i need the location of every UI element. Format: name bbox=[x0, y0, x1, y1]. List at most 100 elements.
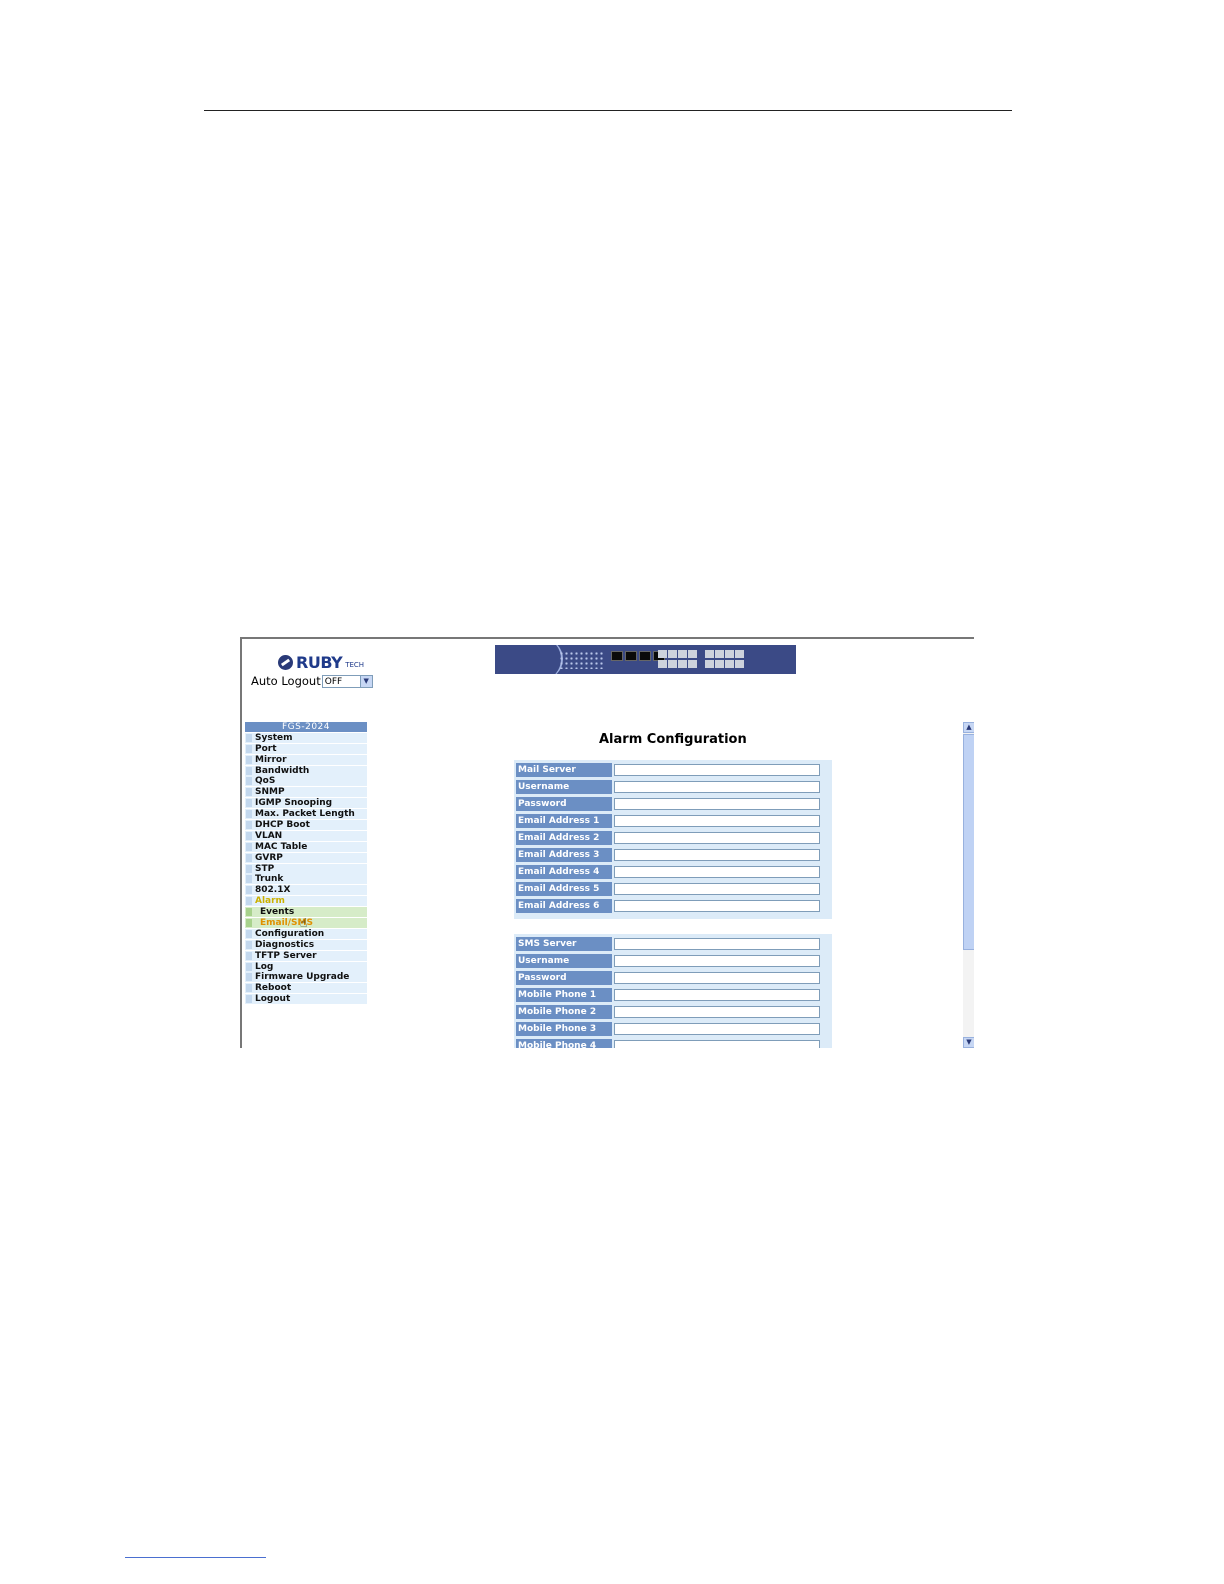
sidebar-item-trunk[interactable]: Trunk bbox=[245, 874, 367, 885]
email-email-address-6-input[interactable] bbox=[614, 899, 820, 912]
sidebar-item-label: Mirror bbox=[255, 754, 287, 765]
field-label: Mobile Phone 3 bbox=[516, 1021, 612, 1036]
email-mail-server-input[interactable] bbox=[614, 763, 820, 776]
sms-row-mobile-phone-3: Mobile Phone 3 bbox=[514, 1021, 832, 1036]
sidebar-item-snmp[interactable]: SNMP bbox=[245, 787, 367, 798]
email-row-email-address-1: Email Address 1 bbox=[514, 813, 832, 828]
sidebar-item-label: Firmware Upgrade bbox=[255, 972, 350, 983]
sms-mobile-phone-1-input[interactable] bbox=[614, 988, 820, 1001]
chevron-down-icon[interactable]: ▼ bbox=[359, 675, 372, 687]
sidebar-item-log[interactable]: Log bbox=[245, 961, 367, 972]
sidebar-item-port[interactable]: Port bbox=[245, 743, 367, 754]
sidebar-item-igmp-snooping[interactable]: IGMP Snooping bbox=[245, 798, 367, 809]
logo-subtext: TECH bbox=[345, 661, 365, 669]
device-port-group-2 bbox=[705, 650, 744, 668]
sidebar-item-label: VLAN bbox=[255, 830, 283, 841]
sidebar-item-label: SNMP bbox=[255, 787, 285, 798]
sidebar-item-tftp-server[interactable]: TFTP Server bbox=[245, 950, 367, 961]
sidebar-item-diagnostics[interactable]: Diagnostics bbox=[245, 939, 367, 950]
sidebar-item-alarm[interactable]: Alarm bbox=[245, 896, 367, 907]
sidebar-item-label: Bandwidth bbox=[255, 765, 310, 776]
auto-logout: Auto Logout OFF ▼ bbox=[251, 674, 373, 688]
sidebar-item-mirror[interactable]: Mirror bbox=[245, 754, 367, 765]
sms-mobile-phone-4-input[interactable] bbox=[614, 1039, 820, 1048]
email-email-address-4-input[interactable] bbox=[614, 865, 820, 878]
sidebar-item-gvrp[interactable]: GVRP bbox=[245, 852, 367, 863]
email-row-username: Username bbox=[514, 779, 832, 794]
email-email-address-5-input[interactable] bbox=[614, 882, 820, 895]
sms-password-input[interactable] bbox=[614, 971, 820, 984]
sms-row-password: Password bbox=[514, 970, 832, 985]
sidebar-item-label: Reboot bbox=[255, 983, 292, 994]
sidebar-item-label: Logout bbox=[255, 994, 291, 1005]
sms-row-sms-server: SMS Server bbox=[514, 936, 832, 951]
email-email-address-3-input[interactable] bbox=[614, 848, 820, 861]
sidebar-item-system[interactable]: System bbox=[245, 732, 367, 743]
email-password-input[interactable] bbox=[614, 797, 820, 810]
sidebar-item-802-1x[interactable]: 802.1X bbox=[245, 885, 367, 896]
sidebar-item-label: System bbox=[255, 732, 293, 743]
email-row-email-address-6: Email Address 6 bbox=[514, 898, 832, 913]
sidebar-item-label: Diagnostics bbox=[255, 939, 315, 950]
email-email-address-2-input[interactable] bbox=[614, 831, 820, 844]
field-label: Username bbox=[516, 779, 612, 794]
sidebar-item-label: IGMP Snooping bbox=[255, 798, 333, 809]
sms-sms-server-input[interactable] bbox=[614, 937, 820, 950]
field-label: Password bbox=[516, 796, 612, 811]
email-settings-table: Mail Server Username Password Email Address… bbox=[514, 760, 832, 919]
sidebar-item-label: TFTP Server bbox=[255, 950, 317, 961]
sms-row-mobile-phone-4: Mobile Phone 4 bbox=[514, 1038, 832, 1048]
field-label: Mobile Phone 2 bbox=[516, 1004, 612, 1019]
sidebar-item-dhcp-boot[interactable]: DHCP Boot bbox=[245, 820, 367, 831]
sidebar-item-configuration[interactable]: Configuration bbox=[245, 928, 367, 939]
sidebar-item-qos[interactable]: QoS bbox=[245, 776, 367, 787]
device-swoosh bbox=[525, 645, 563, 674]
email-row-email-address-4: Email Address 4 bbox=[514, 864, 832, 879]
chevron-down-icon[interactable]: ▼ bbox=[963, 1037, 974, 1048]
sidebar-item-label: Alarm bbox=[255, 896, 285, 907]
ruby-tech-logo-icon bbox=[278, 654, 293, 670]
sms-mobile-phone-2-input[interactable] bbox=[614, 1005, 820, 1018]
email-row-email-address-2: Email Address 2 bbox=[514, 830, 832, 845]
email-username-input[interactable] bbox=[614, 780, 820, 793]
sidebar-item-label: Trunk bbox=[255, 874, 284, 885]
sidebar-item-bandwidth[interactable]: Bandwidth bbox=[245, 765, 367, 776]
sms-username-input[interactable] bbox=[614, 954, 820, 967]
sidebar-item-vlan[interactable]: VLAN bbox=[245, 830, 367, 841]
sidebar-item-label: QoS bbox=[255, 776, 276, 787]
browser-window: RUBY TECH Auto Logout OFF ▼ FGS-2024 Sys… bbox=[240, 637, 974, 1048]
sidebar-item-label: Port bbox=[255, 743, 277, 754]
field-label: Email Address 2 bbox=[516, 830, 612, 845]
sidebar-item-max-packet-length[interactable]: Max. Packet Length bbox=[245, 809, 367, 820]
sidebar-item-firmware-upgrade[interactable]: Firmware Upgrade bbox=[245, 972, 367, 983]
device-copper-ports bbox=[611, 651, 665, 661]
sidebar-item-stp[interactable]: STP bbox=[245, 863, 367, 874]
vertical-scrollbar[interactable]: ▲ ▼ bbox=[963, 722, 974, 1048]
sidebar-item-logout[interactable]: Logout bbox=[245, 994, 367, 1005]
sidebar-item-label: Max. Packet Length bbox=[255, 809, 355, 820]
sidebar-item-reboot[interactable]: Reboot bbox=[245, 983, 367, 994]
switch-front-panel-icon bbox=[495, 645, 796, 674]
email-email-address-1-input[interactable] bbox=[614, 814, 820, 827]
sms-row-mobile-phone-1: Mobile Phone 1 bbox=[514, 987, 832, 1002]
device-leds bbox=[559, 651, 603, 669]
sidebar-item-label: DHCP Boot bbox=[255, 820, 310, 831]
field-label: Mobile Phone 1 bbox=[516, 987, 612, 1002]
auto-logout-select[interactable]: OFF ▼ bbox=[321, 674, 373, 688]
field-label: Mobile Phone 4 bbox=[516, 1038, 612, 1048]
page-title: Alarm Configuration bbox=[599, 732, 747, 747]
sms-mobile-phone-3-input[interactable] bbox=[614, 1022, 820, 1035]
sidebar-item-email-sms[interactable]: Email/SMS ☝ bbox=[245, 917, 367, 929]
sidebar-title: FGS-2024 bbox=[245, 722, 367, 732]
field-label: Password bbox=[516, 970, 612, 985]
sms-row-username: Username bbox=[514, 953, 832, 968]
field-label: Email Address 5 bbox=[516, 881, 612, 896]
chevron-up-icon[interactable]: ▲ bbox=[963, 722, 974, 733]
sidebar-item-mac-table[interactable]: MAC Table bbox=[245, 841, 367, 852]
email-row-email-address-3: Email Address 3 bbox=[514, 847, 832, 862]
field-label: Mail Server bbox=[516, 762, 612, 777]
ruby-tech-logo: RUBY TECH bbox=[278, 652, 364, 672]
sidebar-item-label: MAC Table bbox=[255, 841, 308, 852]
sidebar-item-label: Events bbox=[260, 907, 295, 918]
scrollbar-thumb[interactable] bbox=[963, 734, 974, 950]
